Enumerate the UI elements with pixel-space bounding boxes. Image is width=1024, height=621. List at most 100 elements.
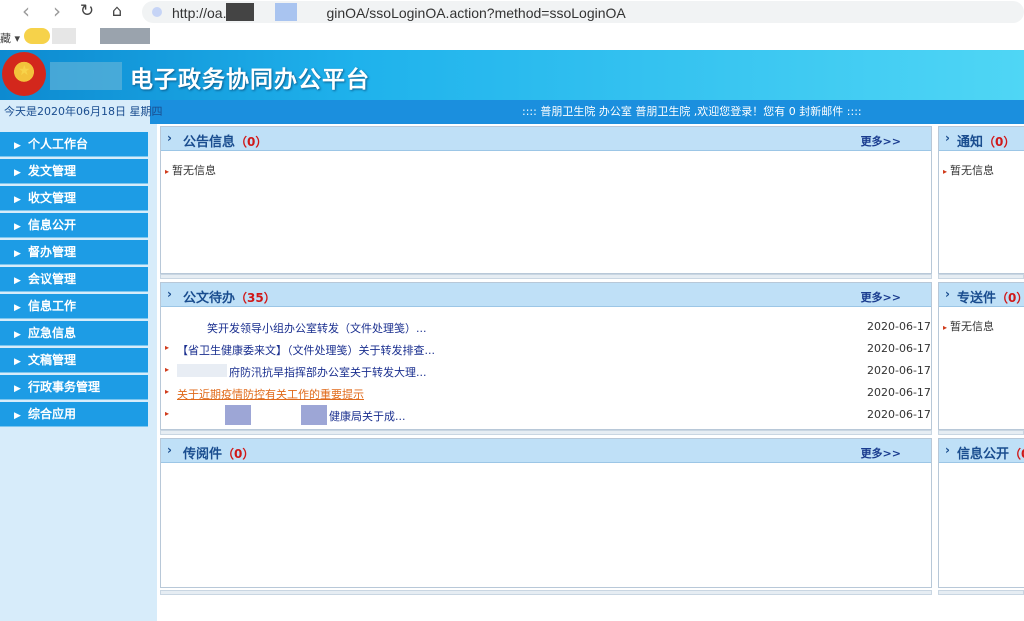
welcome-message: :::: 普朋卫生院 办公室 普朋卫生院 ,欢迎您登录！您有 0 封新邮件 ::… — [522, 105, 862, 118]
chevron-right-icon: › — [167, 443, 172, 457]
site-info-icon[interactable] — [152, 7, 162, 17]
bookmark-folder[interactable]: 藏 ▾ — [0, 30, 20, 46]
sidebar-item-emergency-info[interactable]: ▶ 应急信息 — [0, 321, 148, 346]
bullet-icon: ▸ — [165, 365, 170, 374]
panel-divider — [160, 430, 932, 435]
sidebar: ▶ 个人工作台 ▶ 发文管理 ▶ 收文管理 ▶ 信息公开 ▶ 督办管理 ▶ 会议管理 ▶ 信息… — [0, 124, 157, 621]
list-item: ▸ 暂无信息 — [943, 320, 995, 333]
document-title[interactable]: 健康局关于成... — [329, 408, 406, 424]
info-bar: 今天是2020年06月18日 星期四 :::: 普朋卫生院 办公室 普朋卫生院 … — [0, 100, 1024, 124]
back-icon[interactable]: ‹ — [16, 1, 36, 22]
chevron-right-icon: › — [167, 131, 172, 145]
document-date: 2020-06-17 — [867, 342, 931, 355]
pending-documents-panel: › 公文待办（35） 更多>> 笑开发领导小组办公室转发（文件处理笺）... 2… — [160, 282, 932, 430]
panel-count: （0） — [983, 135, 1016, 149]
redaction-block — [50, 62, 122, 90]
sidebar-item-info-disclosure[interactable]: ▶ 信息公开 — [0, 213, 148, 238]
panel-header: › 信息公开（0） — [939, 439, 1024, 463]
chevron-right-icon: ▶ — [14, 195, 21, 205]
browser-chrome: ‹ › ↻ ⌂ http://oa. ginOA/ssoLoginOA.actio… — [0, 0, 1024, 50]
bullet-icon: ▸ — [943, 167, 948, 176]
panel-header: › 传阅件（0） 更多>> — [161, 439, 931, 463]
sidebar-item-personal-workbench[interactable]: ▶ 个人工作台 — [0, 132, 148, 157]
panel-title: 通知 — [957, 135, 984, 150]
redaction-block — [52, 28, 76, 44]
panel-header: › 专送件（0） — [939, 283, 1024, 307]
platform-title: 电子政务协同办公平台 — [130, 67, 370, 93]
panel-title: 信息公开 — [957, 447, 1010, 462]
more-link[interactable]: 更多>> — [861, 445, 901, 461]
document-date: 2020-06-17 — [867, 364, 931, 377]
sidebar-item-meetings[interactable]: ▶ 会议管理 — [0, 267, 148, 292]
table-row[interactable]: 笑开发领导小组办公室转发（文件处理笺）... 2020-06-17 — [165, 317, 933, 339]
chevron-right-icon: › — [945, 287, 950, 301]
panel-count: （0） — [1009, 447, 1024, 461]
table-row[interactable]: ▸ 【省卫生健康委来文】（文件处理笺）关于转发排查... 2020-06-17 — [165, 339, 933, 361]
sidebar-item-drafts[interactable]: ▶ 文稿管理 — [0, 348, 148, 373]
bullet-icon: ▸ — [943, 323, 948, 332]
current-date: 今天是2020年06月18日 星期四 — [0, 100, 162, 124]
table-row[interactable]: ▸ 府防汛抗旱指挥部办公室关于转发大理... 2020-06-17 — [165, 361, 933, 383]
more-link[interactable]: 更多>> — [861, 133, 901, 149]
panel-divider — [160, 274, 932, 279]
redaction-block — [100, 28, 150, 44]
panel-divider — [938, 430, 1024, 435]
chevron-right-icon: ▶ — [14, 141, 21, 151]
document-date: 2020-06-17 — [867, 320, 931, 333]
panel-count: （0） — [996, 291, 1024, 305]
chevron-right-icon: ▶ — [14, 357, 21, 367]
panel-header: › 公告信息（0） 更多>> — [161, 127, 931, 151]
bullet-icon: ▸ — [165, 409, 170, 418]
chevron-right-icon: ▶ — [14, 384, 21, 394]
chevron-right-icon: ▶ — [14, 249, 21, 259]
delivery-panel: › 专送件（0） ▸暂无信息 — [938, 282, 1024, 430]
redaction-block — [177, 364, 227, 377]
panel-count: （35） — [235, 291, 276, 305]
national-emblem-icon: ★ — [2, 52, 46, 96]
sidebar-item-admin-affairs[interactable]: ▶ 行政事务管理 — [0, 375, 148, 400]
panel-title: 专送件 — [957, 291, 997, 306]
redaction-block — [275, 3, 297, 21]
panel-count: （0） — [235, 135, 268, 149]
bullet-icon: ▸ — [165, 343, 170, 352]
reload-icon[interactable]: ↻ — [77, 2, 97, 22]
document-title[interactable]: 笑开发领导小组办公室转发（文件处理笺）... — [207, 320, 427, 336]
panel-divider — [938, 274, 1024, 279]
chevron-right-icon: › — [945, 131, 950, 145]
sidebar-item-info-work[interactable]: ▶ 信息工作 — [0, 294, 148, 319]
sidebar-item-outgoing-docs[interactable]: ▶ 发文管理 — [0, 159, 148, 184]
document-date: 2020-06-17 — [867, 408, 931, 421]
panel-title: 传阅件 — [183, 447, 223, 462]
home-icon[interactable]: ⌂ — [107, 2, 127, 22]
chevron-right-icon: ▶ — [14, 276, 21, 286]
redaction-block — [301, 405, 327, 425]
sidebar-item-integrated-apps[interactable]: ▶ 综合应用 — [0, 402, 148, 427]
panel-title: 公文待办 — [183, 291, 236, 306]
disclosure-panel: › 信息公开（0） — [938, 438, 1024, 588]
document-title[interactable]: 关于近期疫情防控有关工作的重要提示 — [177, 386, 364, 402]
redaction-block — [165, 319, 205, 333]
chevron-right-icon: ▶ — [14, 330, 21, 340]
table-row[interactable]: ▸ 健康局关于成... 2020-06-17 — [165, 405, 933, 427]
panel-header: › 公文待办（35） 更多>> — [161, 283, 931, 307]
chevron-right-icon: › — [945, 443, 950, 457]
document-title[interactable]: 【省卫生健康委来文】（文件处理笺）关于转发排查... — [177, 342, 435, 358]
forward-icon[interactable]: › — [47, 1, 67, 22]
bullet-icon: ▸ — [165, 167, 170, 176]
list-item: ▸ 暂无信息 — [165, 164, 217, 177]
more-link[interactable]: 更多>> — [861, 289, 901, 305]
panel-count: （0） — [222, 447, 255, 461]
table-row[interactable]: ▸ 关于近期疫情防控有关工作的重要提示 2020-06-17 — [165, 383, 933, 405]
chevron-right-icon: ▶ — [14, 411, 21, 421]
app-header: ★ 电子政务协同办公平台 — [0, 50, 1024, 100]
document-title[interactable]: 府防汛抗旱指挥部办公室关于转发大理... — [229, 364, 427, 380]
redaction-block — [225, 405, 251, 425]
sidebar-item-supervision[interactable]: ▶ 督办管理 — [0, 240, 148, 265]
announcements-panel: › 公告信息（0） 更多>> ▸ 暂无信息 — [160, 126, 932, 274]
list-item: ▸ 暂无信息 — [943, 164, 995, 177]
sidebar-item-incoming-docs[interactable]: ▶ 收文管理 — [0, 186, 148, 211]
chevron-right-icon: ▶ — [14, 303, 21, 313]
panel-divider — [160, 590, 932, 595]
chevron-right-icon: ▶ — [14, 168, 21, 178]
panel-header: › 通知（0） — [939, 127, 1024, 151]
